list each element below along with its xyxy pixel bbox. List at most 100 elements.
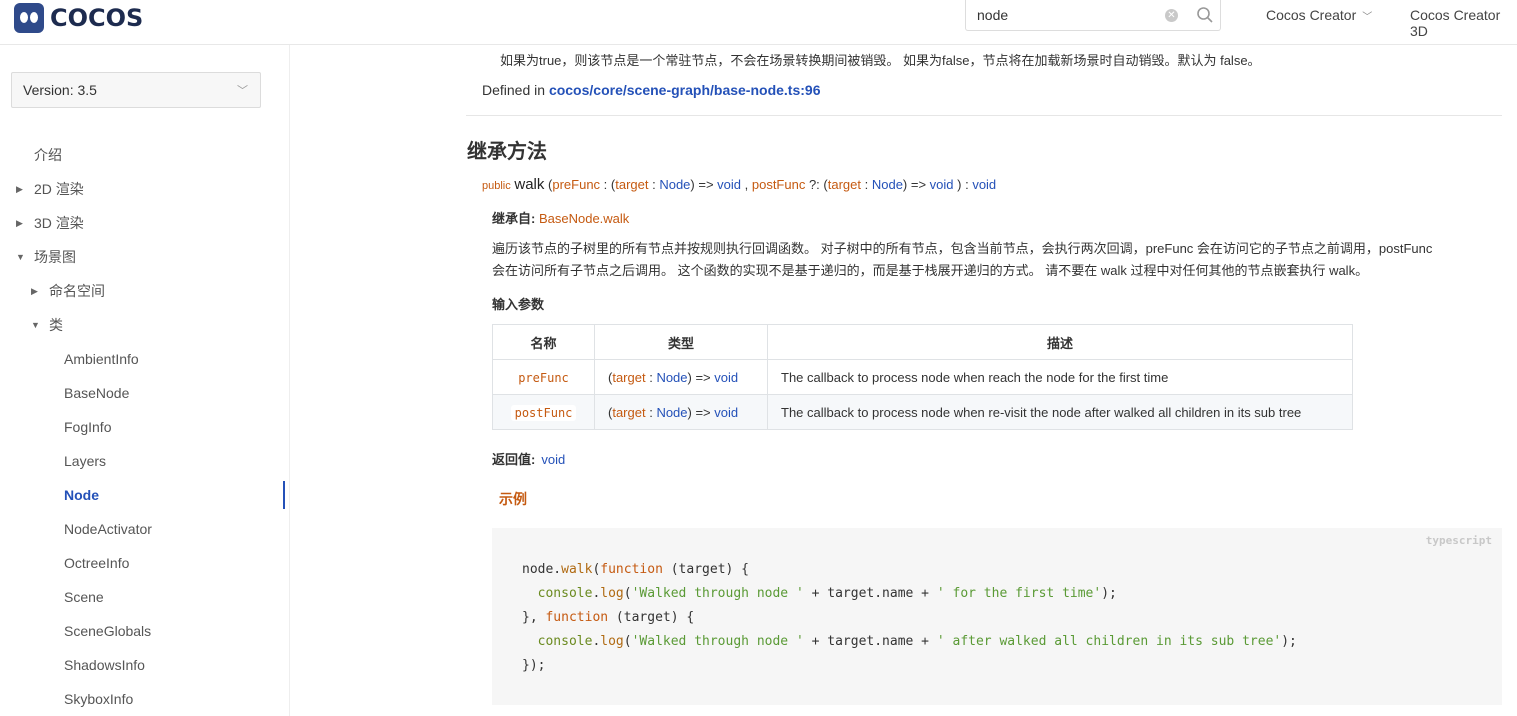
sidebar-item-label: SkyboxInfo	[64, 691, 134, 707]
version-select[interactable]: Version: 3.5 ﹀	[11, 72, 261, 108]
inherit-from: 继承自: BaseNode.walk	[492, 208, 629, 227]
sidebar-item-node[interactable]: Node	[64, 485, 99, 505]
sidebar-item-skyboxinfo[interactable]: SkyboxInfo	[64, 689, 133, 709]
param-name: target	[615, 177, 649, 192]
search-box[interactable]: ✕	[965, 0, 1221, 31]
type-name: Node	[656, 369, 688, 385]
param-name-cell: preFunc	[492, 359, 595, 395]
method-name: walk	[514, 176, 545, 193]
caret-right-icon: ▶	[16, 218, 23, 228]
description-line: 会在访问所有子节点之后调用。 这个函数的实现不是基于递归的，而是基于栈展开递归的…	[492, 263, 1369, 278]
param-type-cell: (target : Node) => void	[594, 394, 768, 430]
search-icon[interactable]	[1196, 6, 1214, 24]
type-name: void	[717, 177, 742, 192]
code-line: node.walk(function (target) {	[522, 562, 749, 577]
column-header: 描述	[767, 324, 1353, 360]
sidebar-item-label: 场景图	[34, 249, 76, 265]
source-link[interactable]: cocos/core/scene-graph/base-node.ts:96	[549, 82, 821, 98]
code-string: 'Walked through node '	[631, 586, 804, 601]
cocos-logo[interactable]: COCOS	[14, 2, 143, 34]
sidebar-item-ambientinfo[interactable]: AmbientInfo	[64, 349, 139, 369]
type-name: Node	[656, 404, 688, 420]
code-language: typescript	[1425, 534, 1492, 547]
param-name: target	[612, 404, 646, 420]
param-name: preFunc	[518, 370, 569, 385]
column-header: 名称	[492, 324, 595, 360]
sidebar-item-label: 命名空间	[49, 283, 105, 299]
sidebar-item-foginfo[interactable]: FogInfo	[64, 417, 111, 437]
nav-cocos-creator-3d[interactable]: Cocos Creator 3D	[1410, 7, 1517, 39]
sidebar-item-2d[interactable]: ▶ 2D 渲染	[16, 179, 84, 199]
defined-in-label: Defined in	[482, 82, 549, 98]
caret-right-icon: ▶	[16, 184, 23, 194]
sidebar-item-octreeinfo[interactable]: OctreeInfo	[64, 553, 129, 573]
param-desc-cell: The callback to process node when reach …	[767, 359, 1353, 395]
caret-down-icon: ▼	[16, 252, 25, 262]
returns-label: 返回值:	[492, 452, 536, 467]
type-name: void	[929, 177, 954, 192]
type-name: Node	[871, 177, 903, 192]
code-line: console.log('Walked through node ' + tar…	[537, 634, 1297, 649]
sidebar-item-label: ShadowsInfo	[64, 657, 145, 673]
sidebar-item-scene[interactable]: Scene	[64, 587, 104, 607]
sidebar-item-layers[interactable]: Layers	[64, 451, 106, 471]
sidebar-item-basenode[interactable]: BaseNode	[64, 383, 129, 403]
column-header: 类型	[594, 324, 768, 360]
nav-cocos-creator-3d-label: Cocos Creator 3D	[1410, 7, 1501, 39]
returns-type: void	[541, 452, 566, 467]
params-table: 名称 类型 描述 preFunc (target : Node) => void…	[492, 324, 1353, 430]
modifier: public	[482, 180, 511, 192]
divider	[466, 115, 1502, 116]
sidebar-item-namespaces[interactable]: ▶ 命名空间	[31, 281, 105, 301]
param-desc-cell: The callback to process node when re-vis…	[767, 394, 1353, 430]
sidebar-item-label: FogInfo	[64, 419, 112, 435]
search-input[interactable]	[977, 6, 1157, 24]
param-name: target	[612, 369, 646, 385]
example-title: 示例	[499, 491, 527, 507]
code-line: });	[522, 658, 546, 673]
property-description: 如果为true，则该节点是一个常驻节点，不会在场景转换期间被销毁。 如果为fal…	[500, 53, 1261, 68]
chevron-down-icon: ﹀	[237, 85, 248, 97]
sidebar-item-label: 介绍	[34, 147, 62, 163]
cocos-logo-icon	[14, 3, 44, 33]
sidebar-item-label: 2D 渲染	[34, 181, 84, 197]
inherit-link[interactable]: BaseNode.walk	[539, 211, 629, 226]
sidebar-item-label: 3D 渲染	[34, 215, 84, 231]
sidebar-item-label: 类	[49, 317, 63, 333]
sidebar-item-3d[interactable]: ▶ 3D 渲染	[16, 213, 84, 233]
table-row: preFunc (target : Node) => void The call…	[492, 359, 1353, 395]
type-name: Node	[659, 177, 691, 192]
inherit-label: 继承自:	[492, 211, 536, 226]
nav-cocos-creator[interactable]: Cocos Creator ﹀	[1266, 7, 1372, 23]
table-row: postFunc (target : Node) => void The cal…	[492, 394, 1353, 430]
sidebar-item-label: NodeActivator	[64, 521, 152, 537]
param-name: target	[827, 177, 861, 192]
sidebar-item-label: Scene	[64, 589, 104, 605]
clear-icon[interactable]: ✕	[1165, 9, 1178, 22]
logo-text: COCOS	[50, 4, 144, 32]
active-indicator	[283, 481, 285, 509]
code-content: node.walk(function (target) { console.lo…	[522, 558, 1297, 678]
param-type-cell: (target : Node) => void	[594, 359, 768, 395]
param-name: postFunc	[751, 177, 806, 192]
param-name-cell: postFunc	[492, 394, 595, 430]
sidebar-item-sceneglobals[interactable]: SceneGlobals	[64, 621, 151, 641]
sidebar-item-nodeactivator[interactable]: NodeActivator	[64, 519, 152, 539]
code-block[interactable]: typescript node.walk(function (target) {…	[492, 528, 1502, 705]
code-line: }, function (target) {	[522, 610, 695, 625]
sidebar-item-label: SceneGlobals	[64, 623, 152, 639]
code-string: ' after walked all children in its sub t…	[936, 634, 1282, 649]
sidebar-item-shadowsinfo[interactable]: ShadowsInfo	[64, 655, 145, 675]
table-header: 名称 类型 描述	[492, 324, 1353, 360]
code-string: 'Walked through node '	[631, 634, 804, 649]
sidebar-item-scene-graph[interactable]: ▼ 场景图	[16, 247, 76, 267]
sidebar-item-label: OctreeInfo	[64, 555, 130, 571]
method-description: 遍历该节点的子树里的所有节点并按规则执行回调函数。 对子树中的所有节点，包含当前…	[492, 238, 1504, 282]
sidebar-item-label: BaseNode	[64, 385, 130, 401]
sidebar-item-label: Layers	[64, 453, 107, 469]
sidebar-item-intro[interactable]: 介绍	[34, 145, 62, 165]
sidebar-item-classes[interactable]: ▼ 类	[31, 315, 63, 335]
top-bar: COCOS ✕ Cocos Creator ﹀ Cocos Creator 3D	[0, 0, 1517, 45]
sidebar: Version: 3.5 ﹀ 介绍 ▶ 2D 渲染 ▶ 3D 渲染 ▼ 场景图 ▶ 命名…	[0, 45, 290, 716]
code-string: ' for the first time'	[936, 586, 1102, 601]
